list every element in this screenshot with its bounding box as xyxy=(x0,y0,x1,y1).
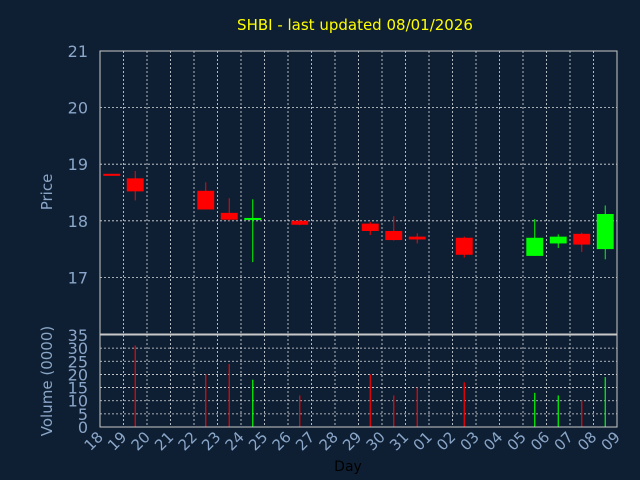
volume-tick-label: 35 xyxy=(68,326,88,345)
price-tick-label: 19 xyxy=(68,155,88,174)
x-tick-label: 22 xyxy=(175,428,201,454)
x-tick-label: 19 xyxy=(104,428,130,454)
x-tick-label: 27 xyxy=(292,428,318,454)
x-tick-label: 06 xyxy=(527,428,553,454)
candle-body xyxy=(244,217,262,220)
candle-body xyxy=(220,212,238,220)
chart-title: SHBI - last updated 08/01/2026 xyxy=(237,16,473,34)
candle-body xyxy=(455,237,473,255)
x-tick-label: 01 xyxy=(410,428,436,454)
x-tick-label: 24 xyxy=(222,428,248,454)
candle-body xyxy=(361,223,379,231)
x-tick-label: 30 xyxy=(363,428,389,454)
x-tick-label: 05 xyxy=(504,428,530,454)
x-tick-label: 26 xyxy=(269,428,295,454)
candle-body xyxy=(573,233,591,245)
volume-axis-label: Volume (0000) xyxy=(38,326,56,436)
candle-body xyxy=(596,214,614,250)
x-tick-label: 23 xyxy=(198,428,224,454)
stock-chart: SHBI - last updated 08/01/2026 171819202… xyxy=(38,16,624,475)
candle-body xyxy=(126,178,144,192)
candle-body xyxy=(385,230,403,241)
candle-body xyxy=(197,190,215,210)
x-tick-label: 28 xyxy=(316,428,342,454)
candle-body xyxy=(408,236,426,240)
x-tick-label: 04 xyxy=(480,428,506,454)
x-tick-label: 25 xyxy=(245,428,271,454)
x-tick-label: 21 xyxy=(151,428,177,454)
x-axis-label: Day xyxy=(334,459,362,475)
x-tick-label: 02 xyxy=(433,428,459,454)
x-tick-label: 09 xyxy=(598,428,624,454)
x-tick-label: 20 xyxy=(128,428,154,454)
candle-body xyxy=(103,173,121,176)
price-tick-label: 20 xyxy=(68,99,88,118)
price-tick-label: 21 xyxy=(68,42,88,61)
candle-body xyxy=(526,237,544,256)
price-panel: 17 18 19 20 21 Price xyxy=(38,42,618,335)
volume-panel: 05101520253035 Volume (0000) xyxy=(38,326,618,437)
x-tick-label: 07 xyxy=(551,428,577,454)
price-tick-label: 17 xyxy=(68,268,88,287)
price-tick-label: 18 xyxy=(68,212,88,231)
price-axis-label: Price xyxy=(38,174,56,211)
x-tick-label: 03 xyxy=(457,428,483,454)
x-tick-label: 31 xyxy=(386,428,412,454)
candle-body xyxy=(291,220,309,225)
candle-body xyxy=(549,236,567,244)
x-tick-label: 29 xyxy=(339,428,365,454)
x-tick-label: 08 xyxy=(574,428,600,454)
